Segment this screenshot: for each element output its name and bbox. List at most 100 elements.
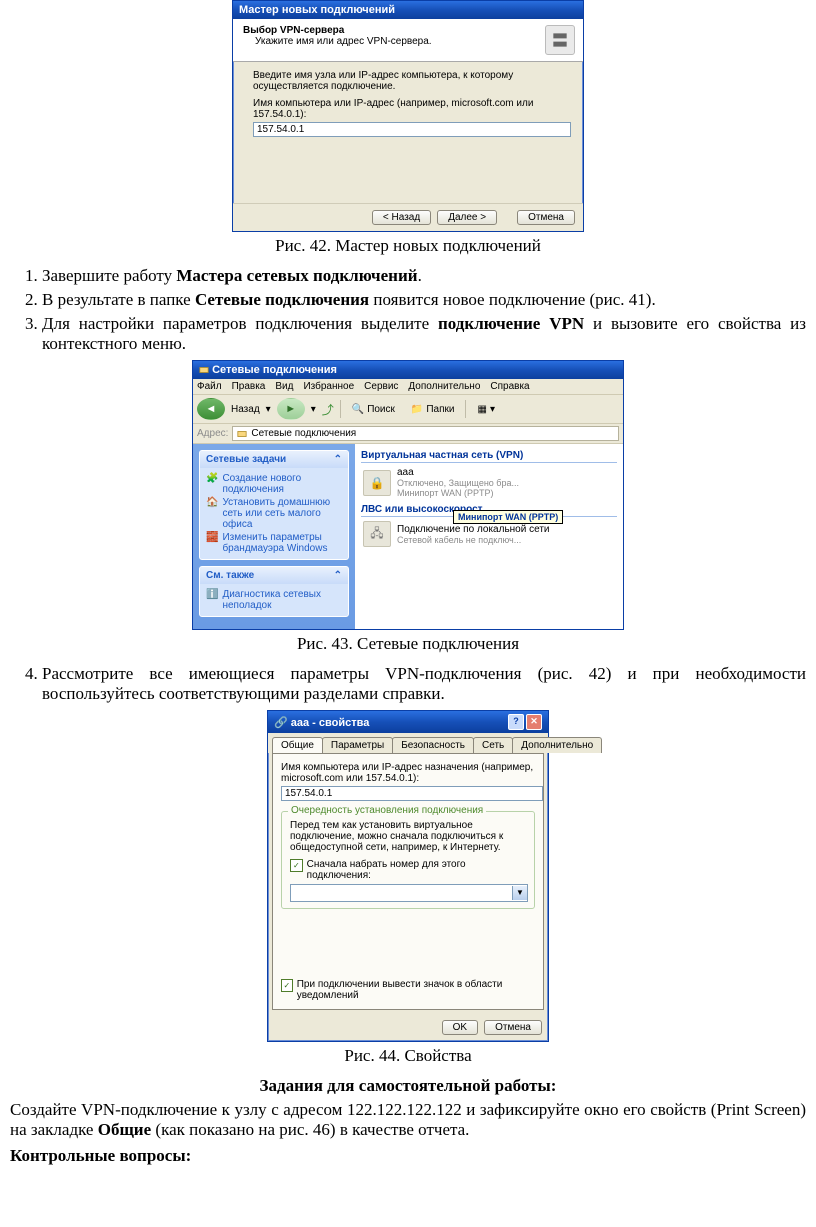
step-3: Для настройки параметров подключения выд… [42,314,806,354]
tasks-panel: Сетевые задачи ⌃ 🧩Создание нового подклю… [199,450,349,560]
wizard-instr1: Введите имя узла или IP-адрес компьютера… [253,70,563,92]
network-connections-icon [199,365,209,375]
wizard-window: Мастер новых подключений Выбор VPN-серве… [232,0,584,232]
explorer-titlebar: Сетевые подключения [193,361,623,379]
dropdown-icon[interactable]: ▾ [266,404,271,415]
back-label: Назад [231,404,260,415]
caption-43: Рис. 43. Сетевые подключения [10,634,806,654]
menu-advanced[interactable]: Дополнительно [408,381,480,392]
cancel-button[interactable]: Отмена [517,210,575,225]
address-input[interactable]: Сетевые подключения [232,426,619,441]
vpn-connection-item[interactable]: 🔒 aaa Отключено, Защищено бра... Минипор… [361,463,617,502]
views-icon: ▦ [477,404,486,415]
task-paragraph: Создайте VPN-подключение к узлу с адресо… [10,1100,806,1140]
vpn-name: aaa [397,467,519,478]
vpn-address-input[interactable] [253,122,571,137]
menu-tools[interactable]: Сервис [364,381,398,392]
collapse-icon[interactable]: ⌃ [334,454,342,465]
address-label: Адрес: [197,428,228,439]
cancel-button[interactable]: Отмена [484,1020,542,1035]
tasks-title: Сетевые задачи [206,454,286,465]
home-network-icon: 🏠 [206,497,218,508]
connections-area: Виртуальная частная сеть (VPN) 🔒 aaa Отк… [355,444,623,629]
menu-edit[interactable]: Правка [232,381,266,392]
wizard-titlebar: Мастер новых подключений [233,1,583,19]
tasks-heading: Задания для самостоятельной работы: [10,1076,806,1096]
wizard-instr2: Имя компьютера или IP-адрес (например, m… [253,98,563,120]
folders-button[interactable]: 📁 Папки [406,402,460,417]
forward-nav-button[interactable]: ► [277,398,305,420]
next-button[interactable]: Далее > [437,210,497,225]
diagnostics-icon: ℹ️ [206,589,218,600]
steps-list-2: Рассмотрите все имеющиеся параметры VPN-… [10,664,806,704]
properties-window: 🔗 aaa - свойства ? ✕ Общие Параметры Без… [267,710,549,1042]
address-bar: Адрес: Сетевые подключения [193,424,623,444]
ok-button[interactable]: OK [442,1020,478,1035]
properties-titlebar: 🔗 aaa - свойства ? ✕ [268,711,548,733]
up-icon[interactable]: ⤴ [322,401,334,418]
caption-44: Рис. 44. Свойства [10,1046,806,1066]
search-icon: 🔍 [352,404,364,415]
back-nav-button[interactable]: ◄ [197,398,225,420]
toolbar: ◄ Назад ▾ ► ▾ ⤴ 🔍 Поиск 📁 Папки ▦▾ [193,395,623,424]
network-connections-icon [237,429,247,439]
host-input[interactable] [281,786,543,801]
checkbox-icon: ✓ [281,979,293,992]
task-link[interactable]: 🏠Установить домашнюю сеть или сеть малог… [206,496,342,531]
group-desc: Перед тем как установить виртуальное под… [290,820,526,853]
tab-general[interactable]: Общие [272,737,323,753]
menu-favorites[interactable]: Избранное [303,381,354,392]
back-button[interactable]: < Назад [372,210,431,225]
tab-advanced[interactable]: Дополнительно [512,737,602,753]
search-button[interactable]: 🔍 Поиск [347,402,400,417]
menu-help[interactable]: Справка [490,381,529,392]
tab-network[interactable]: Сеть [473,737,513,753]
task-link[interactable]: 🧱Изменить параметры брандмауэра Windows [206,531,342,555]
group-vpn-header: Виртуальная частная сеть (VPN) [361,448,617,463]
seealso-panel: См. также ⌃ ℹ️Диагностика сетевых непола… [199,566,349,617]
dial-first-checkbox[interactable]: ✓ Сначала набрать номер для этого подклю… [290,859,526,881]
caption-42: Рис. 42. Мастер новых подключений [10,236,806,256]
dial-order-group: Очередность установления подключения Пер… [281,811,535,909]
menu-file[interactable]: Файл [197,381,222,392]
lan-name: Подключение по локальной сети [397,524,550,535]
server-icon [545,25,575,55]
questions-heading: Контрольные вопросы: [10,1146,806,1166]
close-button[interactable]: ✕ [526,714,542,730]
tray-icon-checkbox[interactable]: ✓ При подключении вывести значок в облас… [281,979,535,1001]
explorer-title-text: Сетевые подключения [212,364,337,376]
vpn-icon: 🔒 [363,470,391,496]
chevron-down-icon: ▼ [512,886,527,900]
folders-icon: 📁 [411,404,423,415]
tabs: Общие Параметры Безопасность Сеть Дополн… [268,733,548,753]
seealso-title: См. также [206,570,254,581]
menu-view[interactable]: Вид [275,381,293,392]
seealso-link[interactable]: ℹ️Диагностика сетевых неполадок [206,588,342,612]
side-panel: Сетевые задачи ⌃ 🧩Создание нового подклю… [193,444,355,629]
lan-connection-item[interactable]: 🖧 Подключение по локальной сети Сетевой … [361,517,617,551]
help-button[interactable]: ? [508,714,524,730]
step-2: В результате в папке Сетевые подключения… [42,290,806,310]
step-4: Рассмотрите все имеющиеся параметры VPN-… [42,664,806,704]
wizard-step-title: Выбор VPN-сервера [243,25,432,36]
tab-pane-general: Имя компьютера или IP-адрес назначения (… [272,753,544,1010]
tab-security[interactable]: Безопасность [392,737,474,753]
firewall-icon: 🧱 [206,532,218,543]
collapse-icon[interactable]: ⌃ [334,570,342,581]
step-1: Завершите работу Мастера сетевых подключ… [42,266,806,286]
wizard-step-sub: Укажите имя или адрес VPN-сервера. [243,36,432,47]
dropdown-icon[interactable]: ▾ [311,404,316,415]
views-button[interactable]: ▦▾ [472,402,499,417]
host-label: Имя компьютера или IP-адрес назначения (… [281,762,535,784]
menubar[interactable]: Файл Правка Вид Избранное Сервис Дополни… [193,379,623,395]
dial-connection-select[interactable]: ▼ [290,884,528,902]
lan-icon: 🖧 [363,521,391,547]
group-lan-header: ЛВС или высокоскорост Минипорт WAN (PPTP… [361,502,617,517]
task-link[interactable]: 🧩Создание нового подключения [206,472,342,496]
properties-title-text: aaa - свойства [291,717,370,729]
checkbox-icon: ✓ [290,859,303,872]
tab-options[interactable]: Параметры [322,737,393,753]
explorer-window: Сетевые подключения Файл Правка Вид Избр… [192,360,624,630]
group-title: Очередность установления подключения [288,805,486,816]
connection-icon: 🔗 [274,717,288,729]
